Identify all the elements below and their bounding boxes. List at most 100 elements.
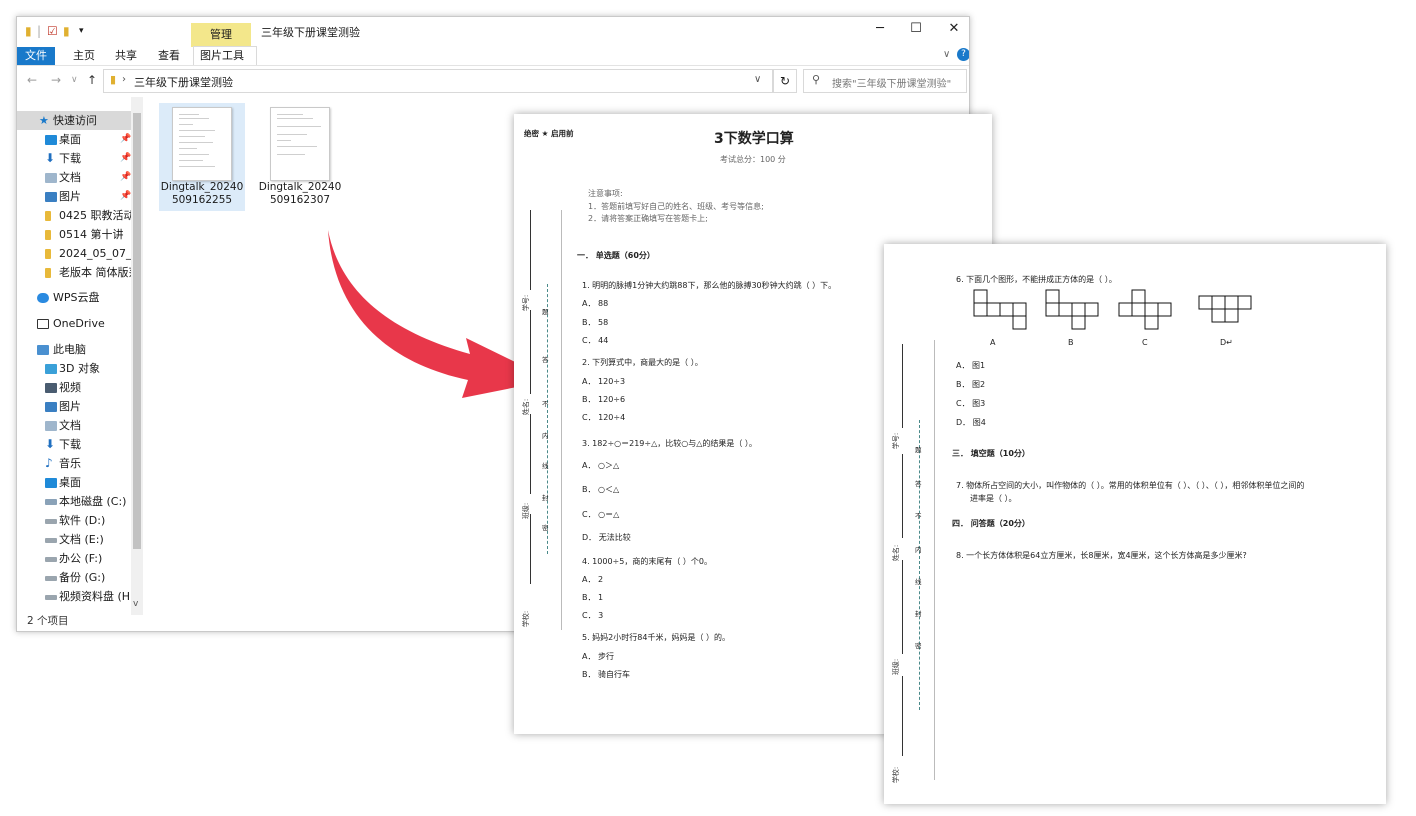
option-text: A． 图1 xyxy=(956,361,986,370)
nav-folder-0514[interactable]: 0514 第十讲 xyxy=(17,225,143,244)
context-tab-manage[interactable]: 管理 xyxy=(191,23,251,47)
close-icon[interactable]: ✕ xyxy=(939,21,969,36)
help-icon[interactable]: ? xyxy=(957,48,969,61)
cloud-icon xyxy=(37,293,49,303)
nav-label: 0425 职教活动 xyxy=(59,209,135,222)
recent-dropdown-icon[interactable]: ∨ xyxy=(71,75,78,85)
drive-icon xyxy=(45,519,57,524)
maximize-icon[interactable]: ☐ xyxy=(901,21,931,36)
option-text: B． 120÷6 xyxy=(582,395,626,404)
option-text: B． 58 xyxy=(582,318,609,327)
option-text: B． 1 xyxy=(582,593,604,602)
star-icon: ★ xyxy=(39,114,49,127)
margin-label: 学校: xyxy=(522,610,531,628)
nav-documents[interactable]: 文档 📌 xyxy=(17,168,143,187)
document-icon xyxy=(45,421,57,431)
seal-char: 内 xyxy=(542,432,549,440)
nav-drive-f[interactable]: 办公 (F:) xyxy=(17,549,143,568)
exam-page-2: 6. 下面几个图形，不能拼成正方体的是（ ）。 A B C D↵ A． 图1 B… xyxy=(884,244,1386,804)
nav-3d-objects[interactable]: 3D 对象 xyxy=(17,359,143,378)
seal-char: 密 xyxy=(915,642,922,650)
tab-picture-tools[interactable]: 图片工具 xyxy=(193,46,257,65)
picture-icon xyxy=(45,402,57,412)
option-text: A． ○＞△ xyxy=(582,461,620,470)
file-item[interactable]: Dingtalk_20240 509162255 xyxy=(159,103,245,211)
customize-toolbar-icon[interactable]: ▾ xyxy=(79,26,84,36)
chevron-right-icon[interactable]: › xyxy=(122,74,126,85)
nav-label: 文档 xyxy=(59,171,81,184)
nav-label: 此电脑 xyxy=(53,343,86,356)
new-folder-icon[interactable]: ▮ xyxy=(63,24,70,38)
nav-folder-0425[interactable]: 0425 职教活动 xyxy=(17,206,143,225)
pin-icon[interactable]: 📌 xyxy=(120,130,131,149)
computer-icon xyxy=(37,345,49,355)
refresh-button[interactable]: ↻ xyxy=(773,69,797,93)
question-text: 8. 一个长方体体积是64立方厘米，长8厘米，宽4厘米，这个长方体高是多少厘米? xyxy=(956,551,1247,560)
nav-label: 软件 (D:) xyxy=(59,514,106,527)
nav-label: WPS云盘 xyxy=(53,291,100,304)
nav-drive-c[interactable]: 本地磁盘 (C:) xyxy=(17,492,143,511)
nav-wps-cloud[interactable]: WPS云盘 xyxy=(17,288,143,307)
file-name: Dingtalk_20240 509162307 xyxy=(258,181,342,206)
seal-char: 封 xyxy=(915,610,922,618)
nav-downloads-pc[interactable]: ⬇ 下载 xyxy=(17,435,143,454)
scroll-down-icon[interactable]: v xyxy=(133,599,138,609)
nav-label: 桌面 xyxy=(59,133,81,146)
nav-label: OneDrive xyxy=(53,317,105,330)
nav-drive-d[interactable]: 软件 (D:) xyxy=(17,511,143,530)
nav-desktop[interactable]: 桌面 📌 xyxy=(17,130,143,149)
tab-view[interactable]: 查看 xyxy=(152,47,186,65)
nav-folder-2024[interactable]: 2024_05_07_Hi xyxy=(17,244,143,263)
nav-desktop-pc[interactable]: 桌面 xyxy=(17,473,143,492)
nav-drive-g[interactable]: 备份 (G:) xyxy=(17,568,143,587)
folder-icon xyxy=(45,249,51,259)
seal-char: 题 xyxy=(542,308,549,316)
nav-label: 桌面 xyxy=(59,476,81,489)
ribbon-tabs: 文件 主页 共享 查看 图片工具 ∨ ? xyxy=(17,46,969,66)
margin-label: 姓名: xyxy=(522,398,531,416)
nav-this-pc[interactable]: 此电脑 xyxy=(17,340,143,359)
forward-arrow-icon[interactable]: → xyxy=(51,73,61,87)
back-arrow-icon[interactable]: ← xyxy=(27,73,37,87)
tab-share[interactable]: 共享 xyxy=(109,47,143,65)
nav-folder-old-version[interactable]: 老版本 简体版范 xyxy=(17,263,143,282)
question-text: 3. 182÷○＝219÷△，比较○与△的结果是（ ）。 xyxy=(582,439,757,448)
address-dropdown-icon[interactable]: ∨ xyxy=(754,74,761,85)
margin-label: 学号: xyxy=(522,294,531,312)
nav-scrollbar-thumb[interactable] xyxy=(133,113,141,549)
nav-pictures[interactable]: 图片 📌 xyxy=(17,187,143,206)
tab-home[interactable]: 主页 xyxy=(67,47,101,65)
nav-drive-e[interactable]: 文档 (E:) xyxy=(17,530,143,549)
seal-char: 不 xyxy=(915,512,922,520)
address-bar[interactable]: ▮ › 三年级下册课堂测验 ∨ xyxy=(103,69,773,93)
minimize-icon[interactable]: ─ xyxy=(865,21,895,36)
nav-quick-access[interactable]: ★ 快速访问 xyxy=(17,111,143,130)
question-text: 7. 物体所占空间的大小，叫作物体的（ ）。常用的体积单位有（ ）、（ ）、（ … xyxy=(956,481,1305,490)
option-text: C． ○＝△ xyxy=(582,510,620,519)
pin-icon[interactable]: 📌 xyxy=(120,168,131,187)
nav-videos[interactable]: 视频 xyxy=(17,378,143,397)
search-icon: ⚲ xyxy=(812,73,821,86)
status-bar-text: 2 个项目 xyxy=(27,615,69,627)
file-item[interactable]: Dingtalk_20240 509162307 xyxy=(257,103,343,211)
properties-icon[interactable]: ☑ xyxy=(47,24,58,38)
seal-char: 密 xyxy=(542,524,549,532)
nav-pictures-pc[interactable]: 图片 xyxy=(17,397,143,416)
folder-icon xyxy=(45,268,51,278)
up-arrow-icon[interactable]: ↑ xyxy=(87,73,97,87)
nav-onedrive[interactable]: OneDrive xyxy=(17,314,143,333)
nav-music[interactable]: ♪ 音乐 xyxy=(17,454,143,473)
pin-icon[interactable]: 📌 xyxy=(120,187,131,206)
nav-label: 文档 xyxy=(59,419,81,432)
figure-label: D↵ xyxy=(1220,338,1233,347)
nav-documents-pc[interactable]: 文档 xyxy=(17,416,143,435)
margin-label: 学校: xyxy=(892,766,901,784)
margin-label: 班级: xyxy=(892,658,901,676)
pin-icon[interactable]: 📌 xyxy=(120,149,131,168)
tab-file[interactable]: 文件 xyxy=(17,47,55,65)
nav-downloads[interactable]: ⬇ 下载 📌 xyxy=(17,149,143,168)
expand-ribbon-icon[interactable]: ∨ xyxy=(943,49,950,60)
nav-drive-h[interactable]: 视频资料盘 (H:) xyxy=(17,587,143,606)
option-text: D． 图4 xyxy=(956,418,986,427)
search-input[interactable]: ⚲ 搜索"三年级下册课堂测验" xyxy=(803,69,967,93)
